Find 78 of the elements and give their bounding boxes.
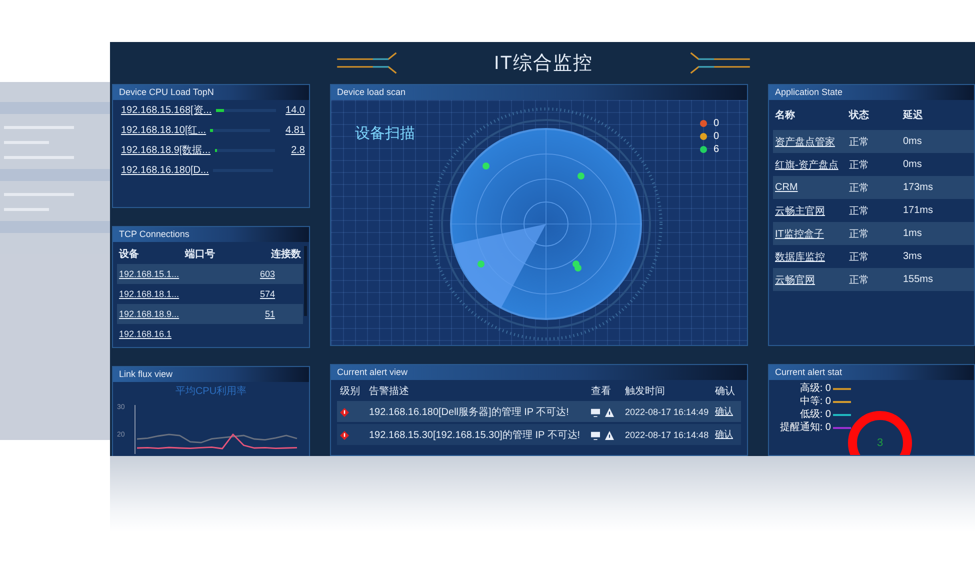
device-link[interactable]: 192.168.15.168[资... — [121, 103, 212, 117]
status-text: 正常 — [849, 136, 870, 148]
load-value[interactable]: 4.81 — [286, 124, 305, 136]
application-link[interactable]: CRM — [775, 182, 798, 193]
column-header: 确认 — [715, 384, 736, 398]
panel-title: Device load scan — [331, 85, 747, 100]
device-link[interactable]: 192.168.15.1... — [119, 269, 180, 279]
latency-text: 0ms — [903, 159, 923, 170]
latency-text: 173ms — [903, 182, 934, 193]
scrollbar[interactable] — [304, 246, 307, 316]
column-header: 告警描述 — [369, 384, 410, 398]
legend-label: 中等: 0 — [800, 395, 831, 408]
column-header: 延迟 — [903, 108, 924, 122]
connection-count[interactable]: 603 — [260, 269, 275, 279]
panel-title: Device CPU Load TopN — [113, 85, 309, 100]
status-text: 正常 — [849, 274, 870, 286]
chart-title: 平均CPU利用率 — [174, 386, 248, 398]
application-link[interactable]: 红旗-资产盘点 — [775, 160, 838, 170]
device-count: 0 — [713, 131, 719, 142]
connection-count[interactable]: 574 — [260, 289, 275, 299]
legend-label: 高级: 0 — [800, 382, 831, 395]
latency-text: 0ms — [903, 136, 923, 147]
panel-title: Current alert view — [331, 365, 747, 380]
column-header: 状态 — [849, 108, 870, 122]
confirm-link[interactable]: 确认 — [715, 429, 733, 439]
device-link[interactable]: 192.168.16.180[D... — [121, 164, 209, 176]
panel-title: Application State — [769, 85, 974, 100]
device-link[interactable]: 192.168.18.1... — [119, 289, 180, 299]
status-text: 正常 — [849, 250, 870, 264]
device-link[interactable]: 192.168.18.9[数据... — [121, 143, 211, 157]
device-count: 6 — [713, 144, 719, 155]
device-link[interactable]: 192.168.16.1 — [119, 329, 172, 339]
column-header: 触发时间 — [625, 384, 666, 398]
device-link[interactable]: 192.168.18.10[红... — [121, 123, 206, 137]
connection-count[interactable]: 51 — [264, 309, 275, 319]
column-header: 名称 — [775, 108, 796, 122]
panel-title: Current alert stat — [769, 365, 974, 380]
latency-text: 171ms — [903, 205, 934, 216]
alert-description: 192.168.15.30[192.168.15.30]的管理 IP 不可达! — [369, 428, 582, 442]
alert-time: 2022-08-17 16:14:49 — [625, 406, 710, 416]
monitor-icon[interactable] — [591, 408, 600, 417]
monitor-icon[interactable] — [591, 430, 600, 440]
legend-label: 提醒通知: 0 — [780, 421, 831, 434]
device-count: 0 — [713, 118, 719, 129]
alert-icon — [340, 408, 349, 417]
column-header: 级别 — [339, 384, 361, 398]
application-link[interactable]: 云畅官网 — [775, 274, 815, 286]
column-header: 查看 — [591, 384, 612, 398]
latency-text: 155ms — [903, 274, 934, 285]
column-header: 连接数 — [270, 248, 301, 261]
latency-text: 3ms — [903, 251, 923, 262]
legend-label: 低级: 0 — [800, 408, 831, 421]
dashboard-title: IT综合监控 — [494, 52, 593, 76]
application-link[interactable]: 云畅主官网 — [775, 206, 825, 216]
load-value[interactable]: 2.8 — [291, 144, 305, 156]
column-header: 端口号 — [185, 248, 216, 261]
alert-description: 192.168.16.180[Dell服务器]的管理 IP 不可达! — [369, 406, 570, 418]
status-text: 正常 — [849, 204, 870, 218]
alert-time: 2022-08-17 16:14:48 — [625, 430, 710, 440]
load-value[interactable]: 14.0 — [286, 104, 305, 116]
column-header: 设备 — [119, 248, 140, 261]
status-text: 正常 — [849, 228, 870, 240]
device-link[interactable]: 192.168.18.9... — [119, 309, 180, 319]
status-text: 正常 — [849, 182, 870, 194]
y-axis — [134, 404, 136, 454]
warning-icon[interactable] — [605, 430, 614, 440]
alert-icon — [340, 430, 349, 440]
status-text: 正常 — [849, 158, 870, 172]
application-link[interactable]: 数据库监控 — [775, 252, 825, 262]
scan-heading: 设备扫描 — [355, 124, 415, 143]
panel-title: TCP Connections — [113, 227, 309, 242]
panel-title: Link flux view — [113, 367, 309, 382]
application-link[interactable]: IT监控盒子 — [775, 228, 824, 240]
latency-text: 1ms — [903, 228, 923, 239]
warning-icon[interactable] — [605, 408, 614, 417]
confirm-link[interactable]: 确认 — [715, 406, 733, 416]
application-link[interactable]: 资产盘点管家 — [775, 136, 835, 148]
alert-total: 3 — [876, 437, 884, 449]
